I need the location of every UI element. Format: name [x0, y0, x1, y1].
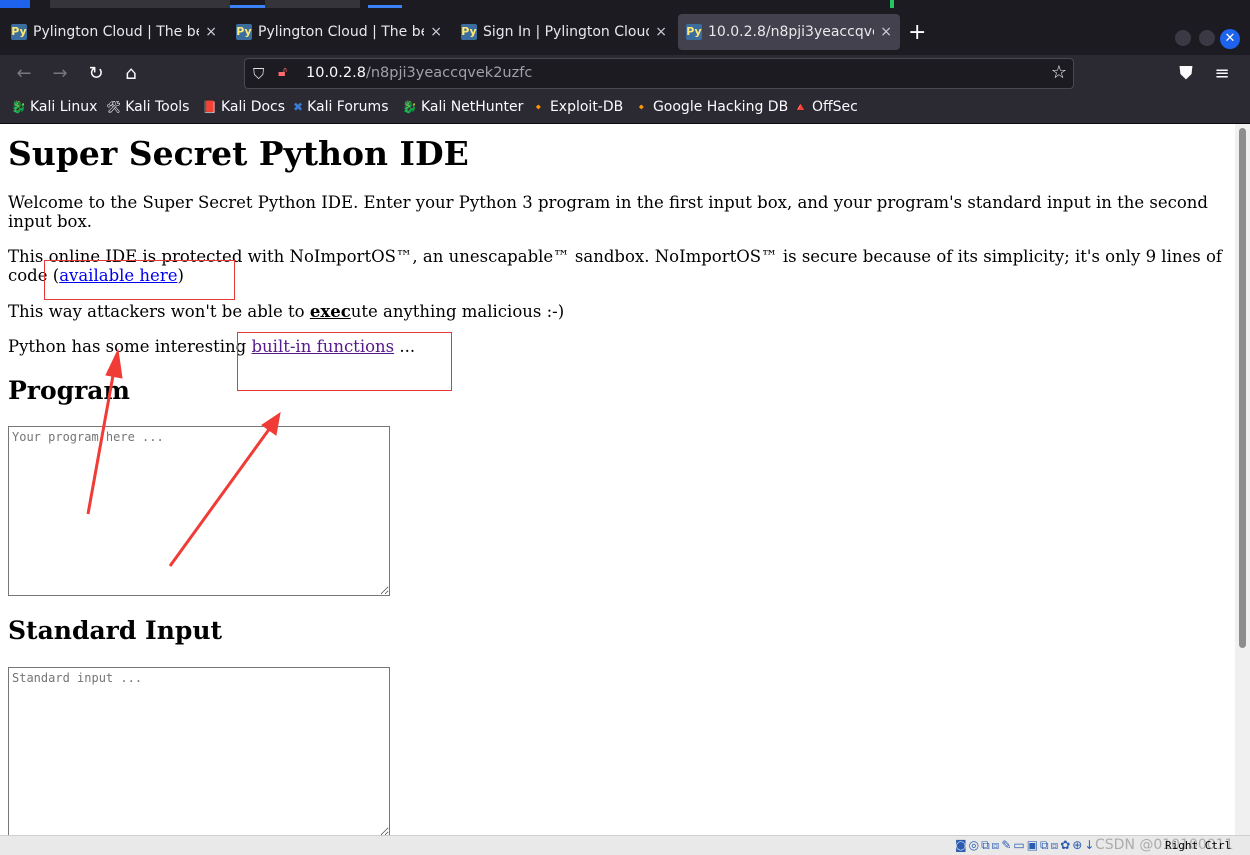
annotation-arrow-1-shaft [86, 369, 116, 515]
annotation-arrow-2-shaft [168, 427, 272, 567]
annotation-arrows [86, 348, 281, 567]
host-key-label: Right Ctrl [1165, 839, 1232, 852]
vm-tray-icons: ◙◎⧉⧈✎▭▣⧉⧈✿⊕↓ [955, 838, 1097, 852]
annotation-arrow-1-head [105, 348, 123, 379]
vm-status-bar: ◙◎⧉⧈✎▭▣⧉⧈✿⊕↓ CSDN @010100011 Right Ctrl [0, 835, 1250, 855]
annotation-arrow-2-head [261, 411, 281, 436]
